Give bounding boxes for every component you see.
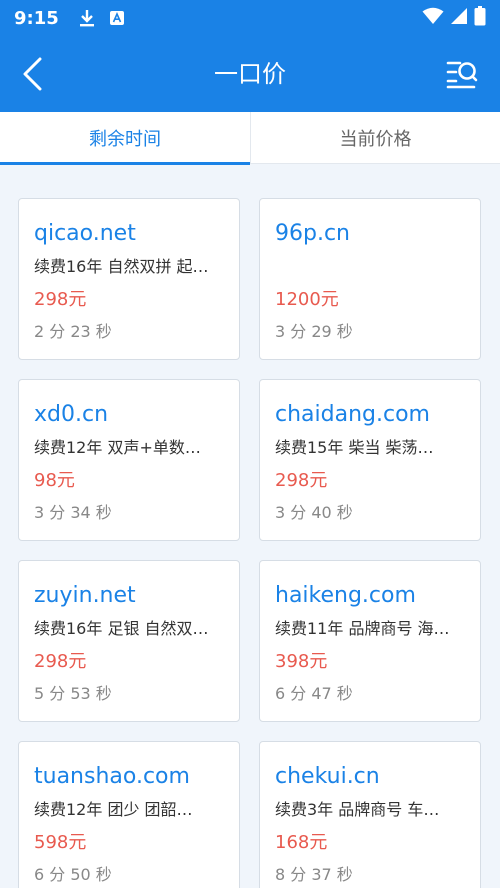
listing-card[interactable]: chaidang.com 续费15年 柴当 柴荡… 298元 3 分 40 秒 bbox=[259, 379, 481, 541]
listing-card[interactable]: xd0.cn 续费12年 双声+单数… 98元 3 分 34 秒 bbox=[18, 379, 240, 541]
listing-price: 98元 bbox=[34, 470, 75, 491]
listing-price: 298元 bbox=[275, 470, 328, 491]
tab-current-price[interactable]: 当前价格 bbox=[250, 112, 500, 164]
tab-remaining-time[interactable]: 剩余时间 bbox=[0, 112, 250, 165]
listing-remaining-time: 2 分 23 秒 bbox=[34, 322, 112, 341]
app-notification-icon bbox=[109, 10, 125, 26]
listing-grid: qicao.net 续费16年 自然双拼 起… 298元 2 分 23 秒 96… bbox=[18, 198, 482, 888]
listing-domain: zuyin.net bbox=[34, 583, 136, 608]
listing-card[interactable]: chekui.cn 续费3年 品牌商号 车… 168元 8 分 37 秒 bbox=[259, 741, 481, 888]
listing-remaining-time: 6 分 50 秒 bbox=[34, 865, 112, 884]
listing-domain: chaidang.com bbox=[275, 402, 430, 427]
listing-domain: tuanshao.com bbox=[34, 764, 190, 789]
listing-card[interactable]: qicao.net 续费16年 自然双拼 起… 298元 2 分 23 秒 bbox=[18, 198, 240, 360]
listing-description: 续费16年 自然双拼 起… bbox=[34, 257, 209, 276]
listing-price: 298元 bbox=[34, 651, 87, 672]
status-bar: 9:15 bbox=[0, 0, 500, 36]
listing-remaining-time: 5 分 53 秒 bbox=[34, 684, 112, 703]
sort-tabs: 剩余时间 当前价格 bbox=[0, 112, 500, 165]
listing-price: 298元 bbox=[34, 289, 87, 310]
listing-domain: chekui.cn bbox=[275, 764, 380, 789]
listing-description bbox=[275, 251, 466, 283]
listing-card[interactable]: haikeng.com 续费11年 品牌商号 海… 398元 6 分 47 秒 bbox=[259, 560, 481, 722]
listing-description: 续费16年 足银 自然双… bbox=[34, 619, 209, 638]
page-title: 一口价 bbox=[214, 60, 286, 88]
listing-description: 续费3年 品牌商号 车… bbox=[275, 800, 440, 819]
listing-remaining-time: 3 分 34 秒 bbox=[34, 503, 112, 522]
filter-search-button[interactable] bbox=[442, 54, 482, 94]
listing-card[interactable]: tuanshao.com 续费12年 团少 团韶… 598元 6 分 50 秒 bbox=[18, 741, 240, 888]
listing-card[interactable]: zuyin.net 续费16年 足银 自然双… 298元 5 分 53 秒 bbox=[18, 560, 240, 722]
listing-domain: haikeng.com bbox=[275, 583, 416, 608]
battery-icon bbox=[474, 5, 486, 31]
status-time: 9:15 bbox=[14, 7, 59, 29]
listing-description: 续费11年 品牌商号 海… bbox=[275, 619, 450, 638]
listing-description: 续费12年 双声+单数… bbox=[34, 438, 201, 457]
listing-remaining-time: 6 分 47 秒 bbox=[275, 684, 353, 703]
listing-remaining-time: 3 分 29 秒 bbox=[275, 322, 353, 341]
download-icon bbox=[79, 9, 95, 27]
app-header: 9:15 一口价 bbox=[0, 0, 500, 112]
listing-card[interactable]: 96p.cn 1200元 3 分 29 秒 bbox=[259, 198, 481, 360]
listing-price: 398元 bbox=[275, 651, 328, 672]
listing-remaining-time: 3 分 40 秒 bbox=[275, 503, 353, 522]
listing-description: 续费12年 团少 团韶… bbox=[34, 800, 193, 819]
listing-price: 598元 bbox=[34, 832, 87, 853]
listing-description: 续费15年 柴当 柴荡… bbox=[275, 438, 434, 457]
listing-domain: xd0.cn bbox=[34, 402, 109, 427]
listing-domain: 96p.cn bbox=[275, 221, 350, 246]
listing-remaining-time: 8 分 37 秒 bbox=[275, 865, 353, 884]
signal-icon bbox=[450, 7, 468, 30]
nav-bar: 一口价 bbox=[0, 36, 500, 112]
listing-price: 1200元 bbox=[275, 289, 339, 310]
filter-search-icon bbox=[446, 61, 478, 89]
listing-domain: qicao.net bbox=[34, 221, 136, 246]
listing-price: 168元 bbox=[275, 832, 328, 853]
wifi-icon bbox=[422, 7, 444, 30]
